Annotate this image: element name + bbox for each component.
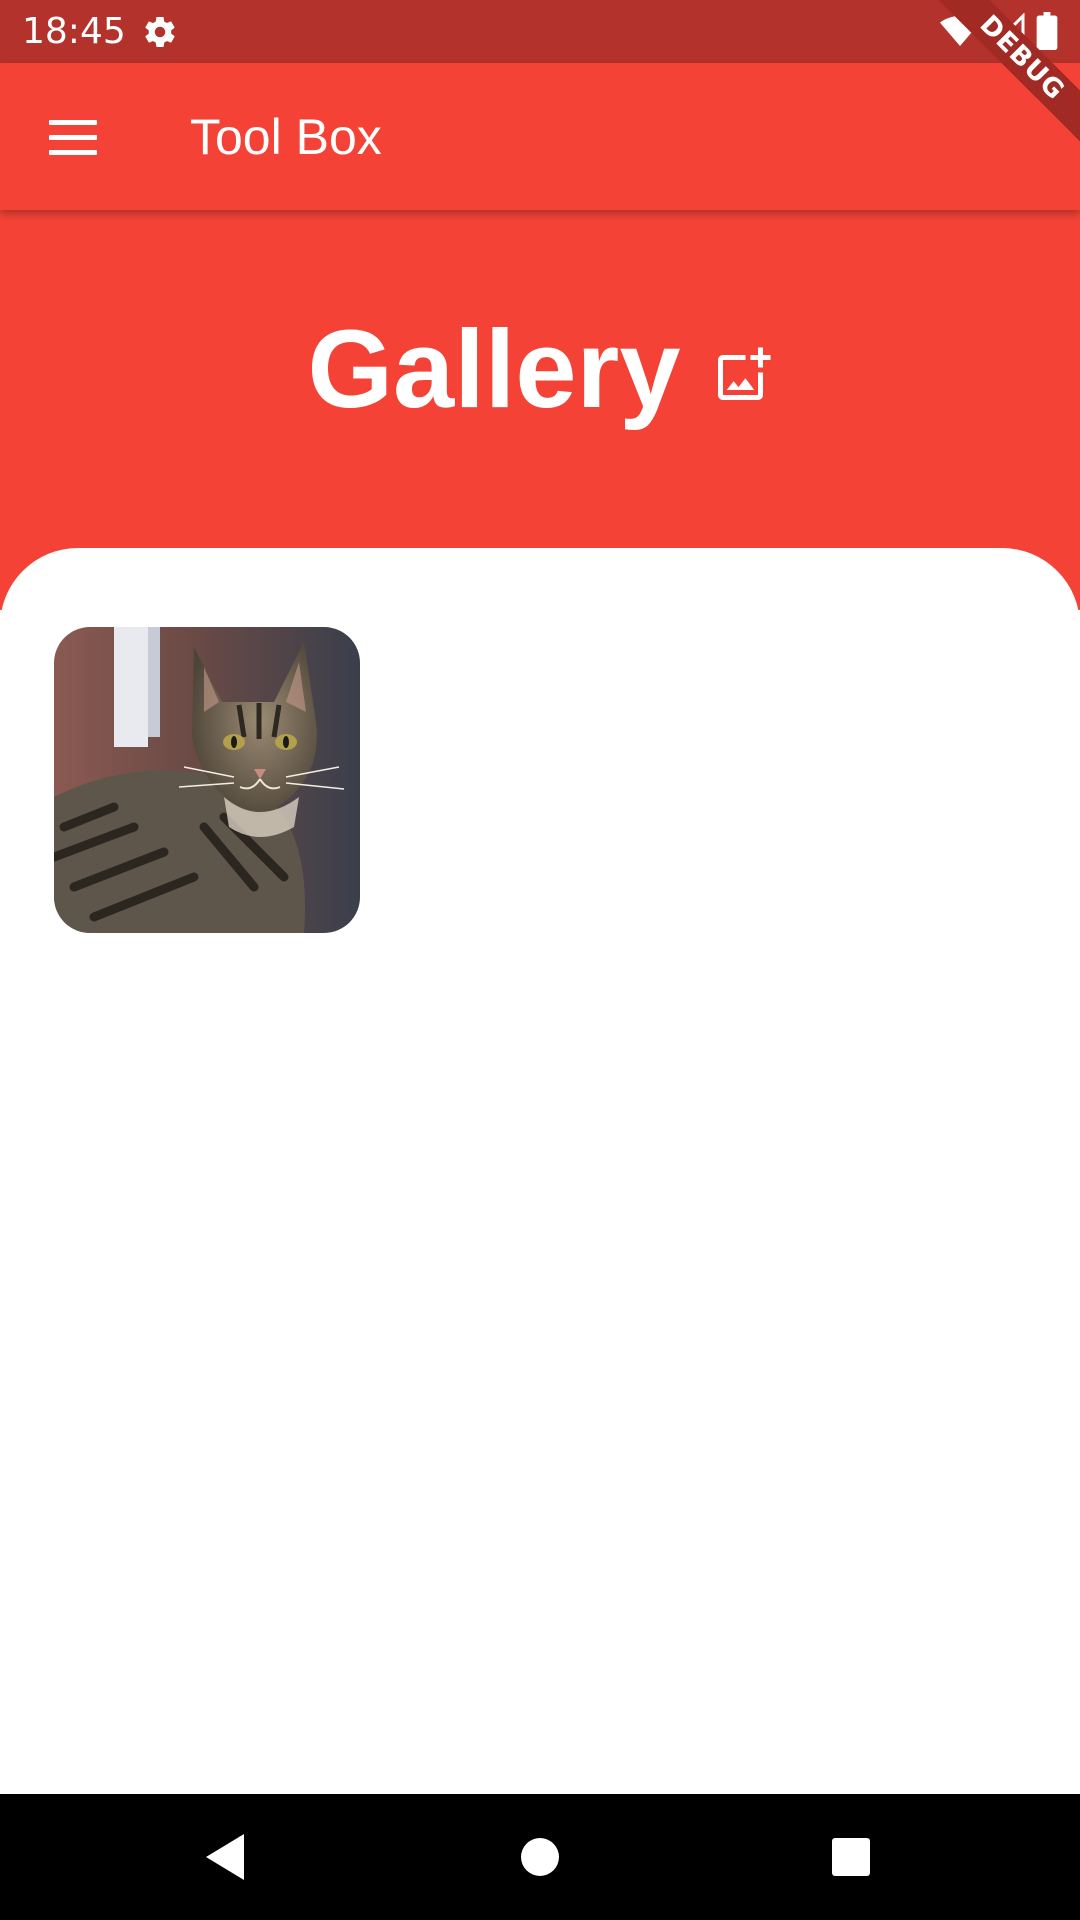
gallery-content [0, 548, 1080, 1794]
home-icon[interactable] [507, 1824, 573, 1890]
back-icon[interactable] [194, 1824, 260, 1890]
gallery-thumbnail-cat[interactable] [54, 627, 360, 933]
screen: 18:45 Tool Box DEBUG Gallery [0, 0, 1080, 1920]
status-bar: 18:45 [0, 0, 1080, 63]
cat-photo [54, 627, 360, 933]
status-time: 18:45 [22, 11, 126, 52]
app-bar: Tool Box [0, 63, 1080, 210]
gallery-heading: Gallery [0, 310, 1080, 430]
battery-icon [1036, 12, 1058, 50]
recents-icon[interactable] [818, 1824, 884, 1890]
hamburger-menu-icon[interactable] [38, 105, 108, 169]
add-photo-icon[interactable] [713, 345, 773, 405]
navigation-bar [0, 1794, 1080, 1920]
page-title: Gallery [307, 308, 681, 431]
app-title: Tool Box [190, 109, 382, 165]
settings-gear-icon [145, 17, 175, 48]
